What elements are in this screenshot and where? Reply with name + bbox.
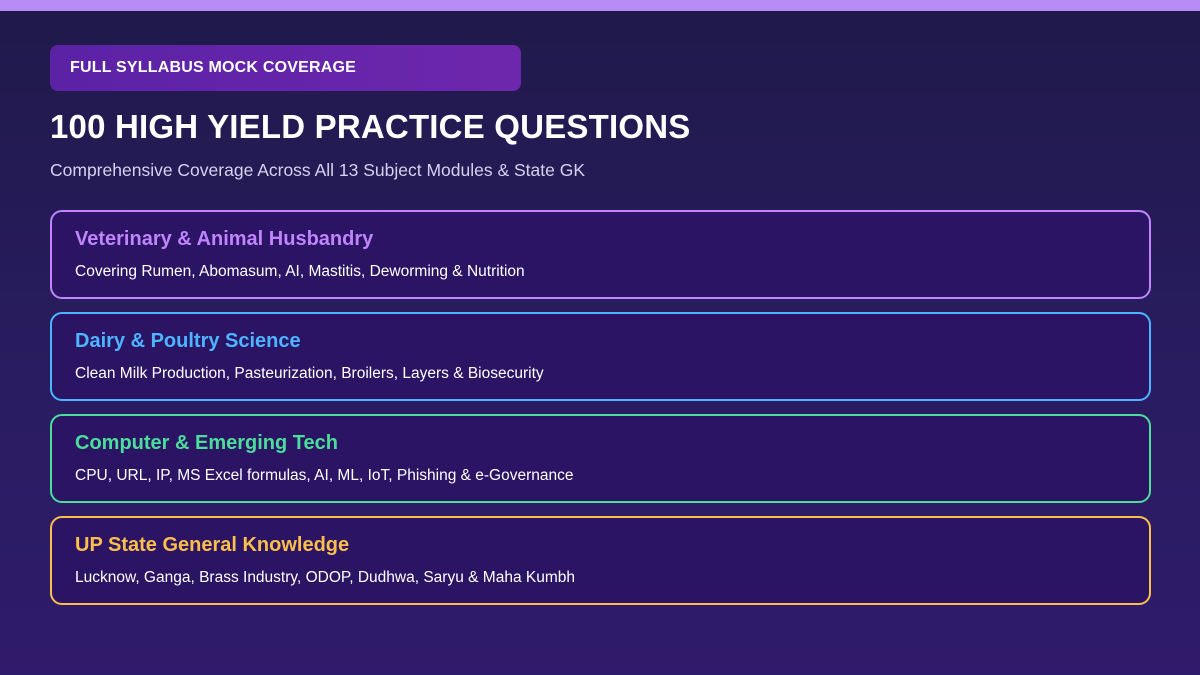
module-card-veterinary: Veterinary & Animal Husbandry Covering R… [50,210,1151,299]
module-card-computer-tech: Computer & Emerging Tech CPU, URL, IP, M… [50,414,1151,503]
module-title: Computer & Emerging Tech [75,432,338,454]
module-card-dairy-poultry: Dairy & Poultry Science Clean Milk Produ… [50,312,1151,401]
module-title: UP State General Knowledge [75,534,350,556]
module-title: Veterinary & Animal Husbandry [75,228,374,250]
module-description: Lucknow, Ganga, Brass Industry, ODOP, Du… [75,569,575,586]
module-list: Veterinary & Animal Husbandry Covering R… [50,210,1151,618]
module-description: Clean Milk Production, Pasteurization, B… [75,365,544,382]
module-title: Dairy & Poultry Science [75,330,301,352]
page-subtitle: Comprehensive Coverage Across All 13 Sub… [50,160,585,180]
module-description: CPU, URL, IP, MS Excel formulas, AI, ML,… [75,467,574,484]
coverage-badge: FULL SYLLABUS MOCK COVERAGE [50,45,521,91]
top-accent-bar [0,0,1200,11]
coverage-badge-label: FULL SYLLABUS MOCK COVERAGE [70,59,357,76]
module-description: Covering Rumen, Abomasum, AI, Mastitis, … [75,263,525,280]
module-card-up-gk: UP State General Knowledge Lucknow, Gang… [50,516,1151,605]
page-title: 100 HIGH YIELD PRACTICE QUESTIONS [50,108,691,145]
